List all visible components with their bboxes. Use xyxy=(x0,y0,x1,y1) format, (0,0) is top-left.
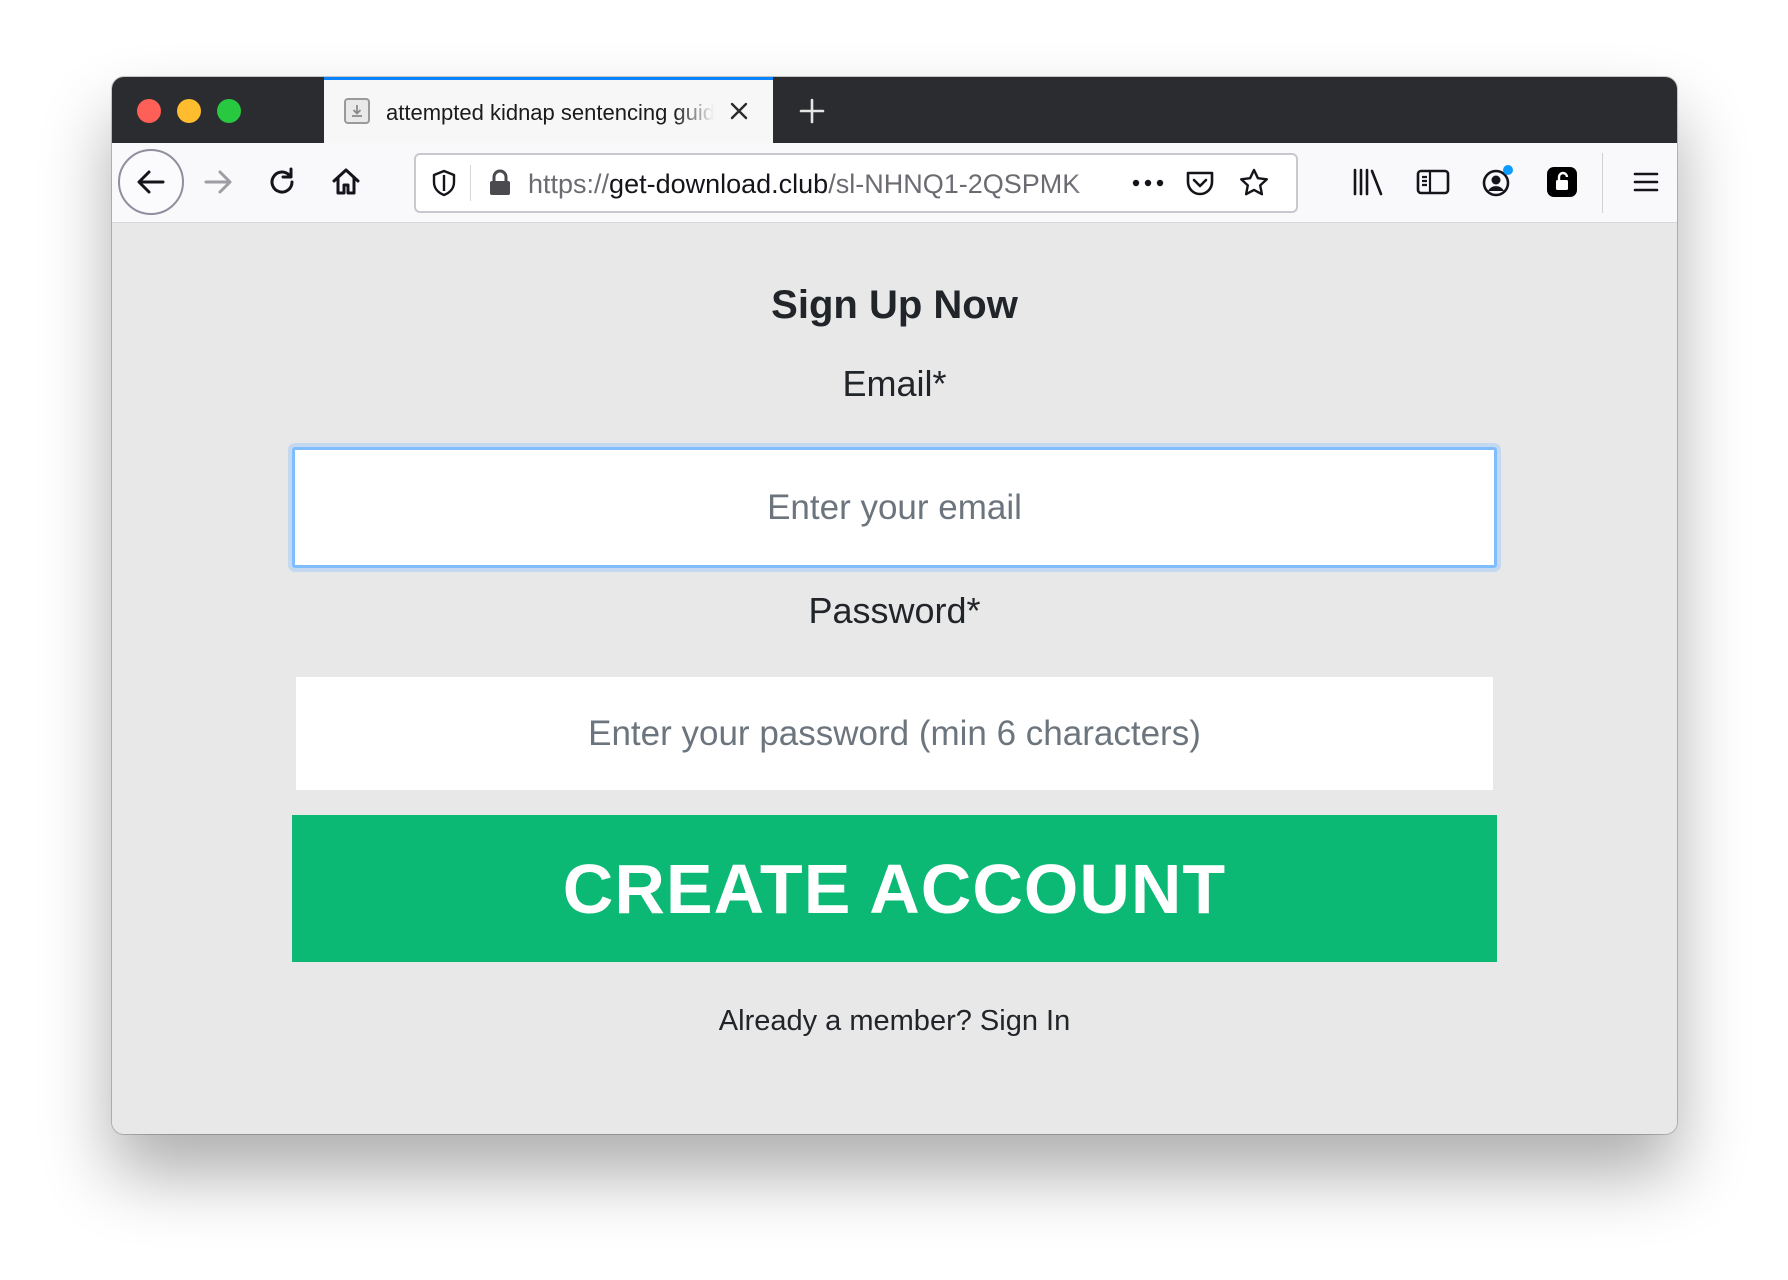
url-text[interactable]: https://get-download.club/sl-NHNQ1-2QSPM… xyxy=(528,169,1118,199)
window-close-button[interactable] xyxy=(137,99,161,123)
sidebar-icon[interactable] xyxy=(1411,160,1455,204)
plus-icon[interactable] xyxy=(792,91,832,131)
back-button[interactable] xyxy=(118,149,184,215)
extension-lock-icon[interactable] xyxy=(1540,160,1584,204)
nav-toolbar: https://get-download.club/sl-NHNQ1-2QSPM… xyxy=(112,143,1677,223)
hamburger-menu-icon[interactable] xyxy=(1624,160,1668,204)
more-horizontal-icon[interactable] xyxy=(1126,165,1170,201)
account-icon[interactable] xyxy=(1475,160,1519,204)
star-icon[interactable] xyxy=(1234,165,1274,201)
url-bar[interactable]: https://get-download.club/sl-NHNQ1-2QSPM… xyxy=(414,153,1298,213)
close-icon[interactable] xyxy=(724,96,754,126)
create-account-button[interactable]: CREATE ACCOUNT xyxy=(292,815,1497,962)
shield-icon[interactable] xyxy=(428,167,460,199)
forward-button[interactable] xyxy=(196,160,240,204)
download-icon xyxy=(344,98,370,124)
library-icon[interactable] xyxy=(1346,160,1390,204)
url-divider xyxy=(470,165,471,201)
arrow-left-icon xyxy=(137,170,165,194)
arrow-right-icon xyxy=(204,170,232,194)
lock-icon[interactable] xyxy=(486,168,514,198)
url-path: /sl-NHNQ1-2QSPMK xyxy=(828,169,1081,199)
sign-in-link[interactable]: Already a member? Sign In xyxy=(112,1005,1677,1038)
toolbar-divider xyxy=(1602,153,1603,213)
email-label: Email* xyxy=(842,363,947,404)
home-button[interactable] xyxy=(324,160,368,204)
window-zoom-button[interactable] xyxy=(217,99,241,123)
tab-strip: attempted kidnap sentencing guidelines -… xyxy=(112,77,1677,143)
tab-active[interactable]: attempted kidnap sentencing guidelines -… xyxy=(324,77,773,143)
tab-title: attempted kidnap sentencing guidelines -… xyxy=(386,100,714,125)
reload-button[interactable] xyxy=(260,160,304,204)
home-icon xyxy=(332,168,360,195)
reload-icon xyxy=(270,167,294,194)
window-minimize-button[interactable] xyxy=(177,99,201,123)
browser-window: attempted kidnap sentencing guidelines -… xyxy=(112,77,1677,1134)
page-title: Sign Up Now xyxy=(771,283,1018,327)
password-label: Password* xyxy=(808,590,981,631)
password-field[interactable] xyxy=(296,677,1493,790)
url-scheme: https:// xyxy=(528,169,610,199)
url-host: get-download.club xyxy=(609,169,829,199)
page-content: Sign Up Now Email* Password* CREATE ACCO… xyxy=(112,223,1677,1134)
email-field[interactable] xyxy=(292,447,1497,568)
pocket-icon[interactable] xyxy=(1180,165,1220,201)
